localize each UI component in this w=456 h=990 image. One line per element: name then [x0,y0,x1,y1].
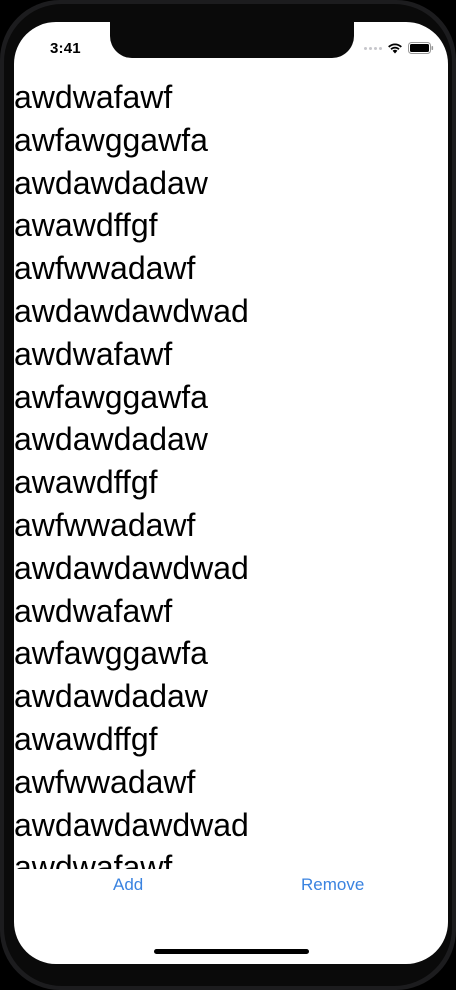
list-item[interactable]: awfwwadawf [14,247,448,290]
signal-icon [364,46,382,50]
status-time: 3:41 [50,40,81,57]
list-item[interactable]: awfwwadawf [14,504,448,547]
remove-button[interactable]: Remove [301,875,364,895]
phone-screen: 3:41 awdwafawf awfawggawfa awdawdadaw awawd… [14,22,448,964]
list-item[interactable]: awdwafawf [14,76,448,119]
list-item[interactable]: awdawdawdwad [14,290,448,333]
list-item[interactable]: awdawdadaw [14,675,448,718]
list-item[interactable]: awawdffgf [14,461,448,504]
list-item[interactable]: awfawggawfa [14,376,448,419]
list-item[interactable]: awfawggawfa [14,632,448,675]
list-item[interactable]: awdawdawdwad [14,547,448,590]
item-list[interactable]: awdwafawf awfawggawfa awdawdadaw awawdffgf a… [14,76,448,869]
list-item[interactable]: awdawdadaw [14,162,448,205]
home-indicator[interactable] [154,949,309,954]
list-item[interactable]: awdwafawf [14,846,448,869]
add-button[interactable]: Add [113,875,143,895]
toolbar: Add Remove [14,869,448,905]
status-icons [364,42,434,54]
list-item[interactable]: awdawdawdwad [14,804,448,847]
notch [110,22,354,58]
wifi-icon [388,43,402,54]
list-item[interactable]: awawdffgf [14,204,448,247]
list-item[interactable]: awawdffgf [14,718,448,761]
list-item[interactable]: awdwafawf [14,590,448,633]
list-item[interactable]: awdawdadaw [14,418,448,461]
list-item[interactable]: awfwwadawf [14,761,448,804]
list-item[interactable]: awfawggawfa [14,119,448,162]
battery-icon [408,42,434,54]
list-item[interactable]: awdwafawf [14,333,448,376]
